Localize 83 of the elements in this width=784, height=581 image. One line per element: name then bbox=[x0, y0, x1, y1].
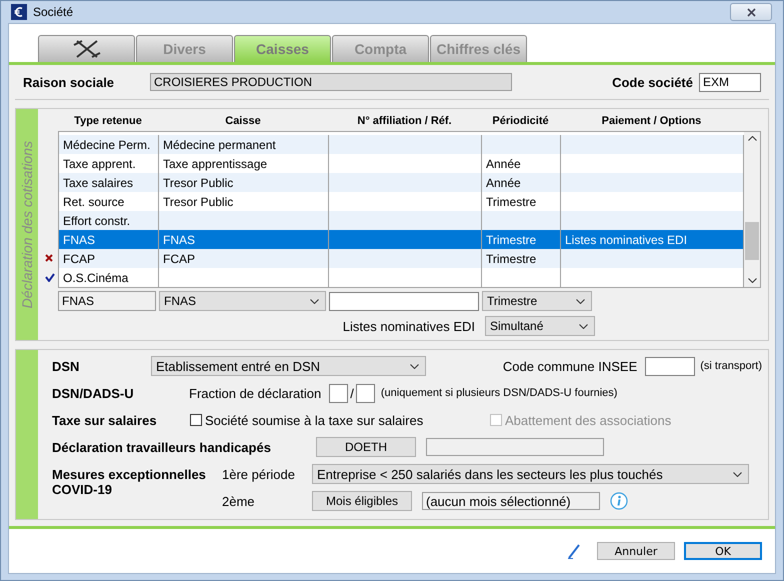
table-row[interactable]: Taxe salaires Tresor Public Année bbox=[59, 173, 744, 192]
table-cell: Année bbox=[486, 156, 521, 170]
close-icon bbox=[746, 8, 756, 16]
company-code-field[interactable]: EXM bbox=[699, 72, 761, 92]
periodicity-dropdown[interactable]: Trimestre bbox=[482, 291, 592, 311]
table-cell: Effort constr. bbox=[63, 214, 130, 228]
column-header: Périodicité bbox=[491, 115, 550, 127]
table-cell: Trimestre bbox=[486, 232, 536, 246]
table-cell: Médecine Perm. bbox=[63, 138, 150, 152]
caisse-dropdown[interactable]: FNAS bbox=[159, 291, 326, 311]
field-label: DSN/DADS-U bbox=[52, 386, 135, 400]
chevron-down-icon bbox=[733, 472, 742, 476]
chevron-down-icon bbox=[579, 324, 588, 328]
tab[interactable] bbox=[38, 35, 135, 62]
months-button[interactable]: Mois éligibles bbox=[312, 491, 412, 511]
table-cell: Trimestre bbox=[486, 194, 536, 208]
dialog-button[interactable]: OK bbox=[684, 542, 762, 560]
type-field[interactable]: FNAS bbox=[58, 291, 156, 311]
note-text: (si transport) bbox=[700, 360, 762, 372]
table-cell: Année bbox=[486, 176, 521, 190]
doeth-field[interactable] bbox=[426, 438, 604, 456]
euro-icon bbox=[11, 4, 27, 20]
table-row[interactable]: Effort constr. bbox=[59, 211, 744, 230]
fraction-field[interactable] bbox=[329, 384, 348, 402]
table-cell: Taxe apprent. bbox=[63, 156, 136, 170]
table-cell: Taxe apprentissage bbox=[163, 156, 268, 170]
period-dropdown[interactable]: Entreprise < 250 salariés dans les secteurs les plus touchés bbox=[312, 464, 749, 484]
table-cell: FNAS bbox=[63, 232, 96, 246]
company-name-field[interactable]: CROISIERES PRODUCTION bbox=[150, 73, 512, 91]
tools-icon bbox=[72, 39, 102, 59]
scrollbar[interactable] bbox=[744, 132, 760, 287]
field-label: Code société bbox=[612, 74, 693, 90]
chevron-down-icon bbox=[576, 298, 585, 304]
table-cell: Taxe salaires bbox=[63, 176, 134, 190]
field-label: 1ère période bbox=[222, 466, 296, 482]
table-cell: O.S.Cinéma bbox=[63, 270, 128, 284]
table-row[interactable]: FNAS FNAS Trimestre Listes nominatives EDI bbox=[59, 230, 744, 249]
cross-icon bbox=[45, 254, 53, 262]
table-row[interactable]: Médecine Perm. Médecine permanent bbox=[59, 135, 744, 154]
separator-text: / bbox=[350, 386, 354, 400]
field-label: Fraction de déclaration bbox=[189, 386, 322, 400]
field-label: Code commune INSEE bbox=[502, 358, 638, 374]
table-cell: Tresor Public bbox=[163, 194, 234, 208]
fraction-field[interactable] bbox=[356, 384, 375, 402]
column-header: N° affiliation / Réf. bbox=[356, 115, 453, 127]
months-field[interactable]: (aucun mois sélectionné) bbox=[422, 492, 600, 510]
chevron-up-icon[interactable] bbox=[748, 136, 756, 141]
table-cell: FCAP bbox=[63, 252, 96, 266]
field-label: Déclaration travailleurs handicapés bbox=[52, 440, 272, 454]
affiliation-field[interactable] bbox=[329, 292, 479, 310]
table-cell: Listes nominatives EDI bbox=[565, 232, 688, 246]
options-dropdown[interactable]: Simultané bbox=[485, 316, 595, 336]
dsn-dropdown[interactable]: Etablissement entré en DSN bbox=[151, 356, 426, 376]
field-label: Taxe sur salaires bbox=[52, 412, 158, 428]
table-cell: Tresor Public bbox=[163, 176, 234, 190]
note-text: (uniquement si plusieurs DSN/DADS-U fournies) bbox=[380, 387, 618, 399]
column-header: Caisse bbox=[224, 115, 262, 127]
section-title: Déclaration des cotisations bbox=[19, 140, 35, 308]
check-icon bbox=[45, 273, 55, 282]
field-label: 2ème bbox=[222, 494, 256, 508]
checkbox[interactable]: Société soumise à la taxe sur salaires bbox=[190, 412, 490, 428]
chevron-down-icon[interactable] bbox=[748, 278, 756, 283]
table-cell: FNAS bbox=[163, 232, 196, 246]
chevron-down-icon bbox=[310, 298, 319, 304]
field-label: Listes nominatives EDI bbox=[342, 318, 475, 334]
table-cell: Médecine permanent bbox=[163, 138, 276, 152]
column-header: Type retenue bbox=[73, 115, 143, 127]
chevron-down-icon bbox=[410, 364, 419, 368]
column-header: Paiement / Options bbox=[600, 115, 702, 127]
table-cell: Trimestre bbox=[486, 252, 536, 266]
field-label: Mesures exceptionnelles COVID-19 bbox=[52, 466, 207, 497]
info-icon[interactable] bbox=[610, 492, 628, 510]
table-cell: FCAP bbox=[163, 252, 196, 266]
scrollbar-thumb[interactable] bbox=[745, 222, 759, 260]
insee-field[interactable] bbox=[645, 356, 696, 376]
doeth-button[interactable]: DOETH bbox=[316, 437, 416, 457]
close-button[interactable] bbox=[730, 3, 772, 21]
pen-icon[interactable] bbox=[567, 543, 581, 559]
field-label: Raison sociale bbox=[23, 74, 116, 90]
table-cell: Ret. source bbox=[63, 194, 124, 208]
field-label: DSN bbox=[52, 358, 80, 374]
dialog-button[interactable]: Annuler bbox=[597, 542, 675, 560]
window-title: Société bbox=[33, 5, 74, 19]
